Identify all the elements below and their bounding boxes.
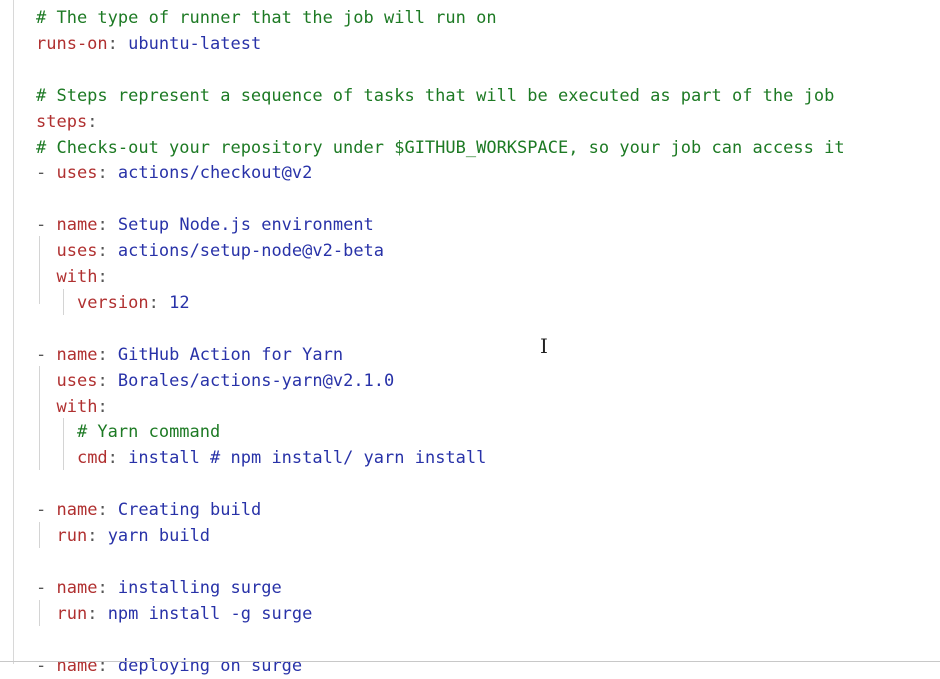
code-key: runs-on — [36, 33, 108, 54]
code-punctuation: : — [97, 215, 118, 236]
code-line[interactable]: uses: actions/setup-node@v2-beta — [36, 238, 384, 264]
code-key: uses — [56, 163, 98, 184]
code-value: actions/checkout@v2 — [117, 163, 313, 184]
code-value: actions/setup-node@v2-beta — [117, 241, 385, 262]
code-line[interactable]: steps: — [36, 109, 97, 135]
code-value: deploying on surge — [117, 655, 303, 676]
code-punctuation — [36, 293, 77, 313]
code-line[interactable]: with: — [36, 264, 108, 290]
code-punctuation: : — [97, 370, 118, 391]
code-editor[interactable]: # The type of runner that the job will r… — [0, 0, 940, 676]
code-line[interactable]: - name: Creating build — [36, 497, 261, 523]
code-value: Setup Node.js environment — [117, 215, 374, 236]
code-punctuation: - — [36, 163, 57, 184]
code-key: name — [56, 577, 98, 598]
indent-guide — [39, 522, 40, 548]
code-value: install # npm install/ yarn install — [128, 448, 487, 469]
editor-bottom-border — [0, 661, 940, 662]
indent-guide — [63, 418, 64, 470]
code-punctuation: - — [36, 577, 57, 598]
code-value: ubuntu-latest — [128, 33, 262, 54]
indent-guide — [39, 236, 40, 304]
text-cursor-icon: I — [540, 334, 548, 358]
code-key: name — [56, 215, 98, 236]
code-punctuation: - — [36, 344, 57, 365]
code-punctuation: : — [97, 267, 108, 287]
code-value: Creating build — [117, 500, 262, 521]
code-punctuation: : — [107, 33, 129, 54]
code-value: Borales/actions-yarn@v2.1.0 — [117, 370, 395, 391]
code-line[interactable]: version: 12 — [36, 290, 190, 316]
code-line[interactable]: # Checks-out your repository under $GITH… — [36, 135, 845, 161]
code-key: uses — [56, 241, 98, 262]
code-punctuation: : — [107, 448, 129, 469]
code-line[interactable]: run: npm install -g surge — [36, 601, 312, 627]
code-line[interactable]: - name: GitHub Action for Yarn — [36, 342, 343, 368]
code-line[interactable]: with: — [36, 394, 108, 420]
code-comment: # Checks-out your repository under $GITH… — [36, 137, 845, 158]
code-key: uses — [56, 370, 98, 391]
code-punctuation: : — [97, 163, 118, 184]
code-key: version — [76, 292, 149, 313]
code-comment: # Yarn command — [76, 422, 221, 443]
code-key: run — [56, 526, 88, 546]
code-value: npm install -g surge — [107, 603, 313, 624]
code-punctuation: : — [97, 241, 118, 262]
code-line[interactable]: - uses: actions/checkout@v2 — [36, 160, 312, 186]
code-punctuation: : — [87, 526, 108, 546]
code-key: steps — [36, 111, 88, 132]
code-punctuation: : — [97, 577, 118, 598]
code-value: 12 — [169, 292, 190, 313]
code-key: name — [56, 655, 98, 676]
code-punctuation: : — [87, 111, 98, 132]
code-comment: # The type of runner that the job will r… — [36, 8, 497, 28]
code-punctuation: : — [97, 655, 118, 676]
code-punctuation: : — [97, 396, 108, 417]
code-line[interactable]: - name: installing surge — [36, 575, 282, 601]
code-punctuation: - — [36, 500, 57, 521]
indent-guide — [63, 289, 64, 315]
code-comment: # Steps represent a sequence of tasks th… — [36, 85, 835, 106]
code-key: name — [56, 344, 98, 365]
code-line[interactable]: uses: Borales/actions-yarn@v2.1.0 — [36, 368, 394, 394]
code-punctuation: : — [97, 500, 118, 521]
code-value: yarn build — [107, 526, 211, 546]
code-line[interactable]: - name: deploying on surge — [36, 653, 302, 679]
code-key: run — [56, 603, 88, 624]
code-line[interactable]: cmd: install # npm install/ yarn install — [36, 445, 486, 471]
code-punctuation: : — [87, 603, 108, 624]
code-line[interactable]: runs-on: ubuntu-latest — [36, 31, 261, 57]
code-key: cmd — [76, 448, 108, 469]
code-key: with — [56, 396, 98, 417]
code-key: name — [56, 500, 98, 521]
code-line[interactable]: - name: Setup Node.js environment — [36, 212, 374, 238]
code-punctuation — [36, 448, 77, 468]
code-punctuation — [36, 422, 77, 442]
code-line[interactable]: run: yarn build — [36, 523, 210, 549]
code-value: installing surge — [117, 577, 282, 598]
code-line[interactable]: # The type of runner that the job will r… — [36, 5, 497, 31]
code-value: GitHub Action for Yarn — [117, 344, 344, 365]
code-punctuation: - — [36, 655, 57, 676]
code-punctuation: - — [36, 215, 57, 236]
code-line[interactable]: # Steps represent a sequence of tasks th… — [36, 83, 834, 109]
code-punctuation: : — [148, 292, 170, 313]
code-key: with — [56, 267, 98, 287]
indent-guide — [39, 600, 40, 626]
indent-guide — [39, 366, 40, 470]
code-punctuation: : — [97, 344, 118, 365]
